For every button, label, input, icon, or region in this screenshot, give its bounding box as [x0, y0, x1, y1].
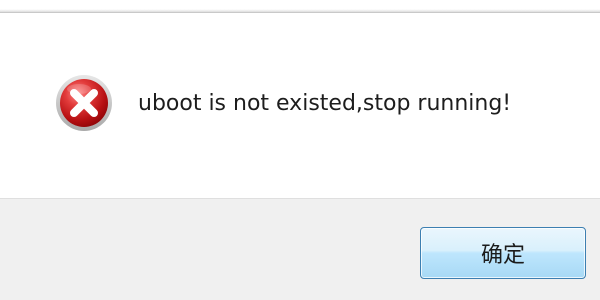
- dialog-content: uboot is not existed,stop running!: [0, 14, 600, 198]
- error-icon: [56, 75, 112, 131]
- error-message: uboot is not existed,stop running!: [138, 91, 512, 116]
- error-dialog: uboot is not existed,stop running! 确定: [0, 0, 600, 300]
- dialog-top-edge: [0, 0, 600, 13]
- ok-button[interactable]: 确定: [420, 227, 586, 279]
- dialog-footer: 确定: [0, 198, 600, 300]
